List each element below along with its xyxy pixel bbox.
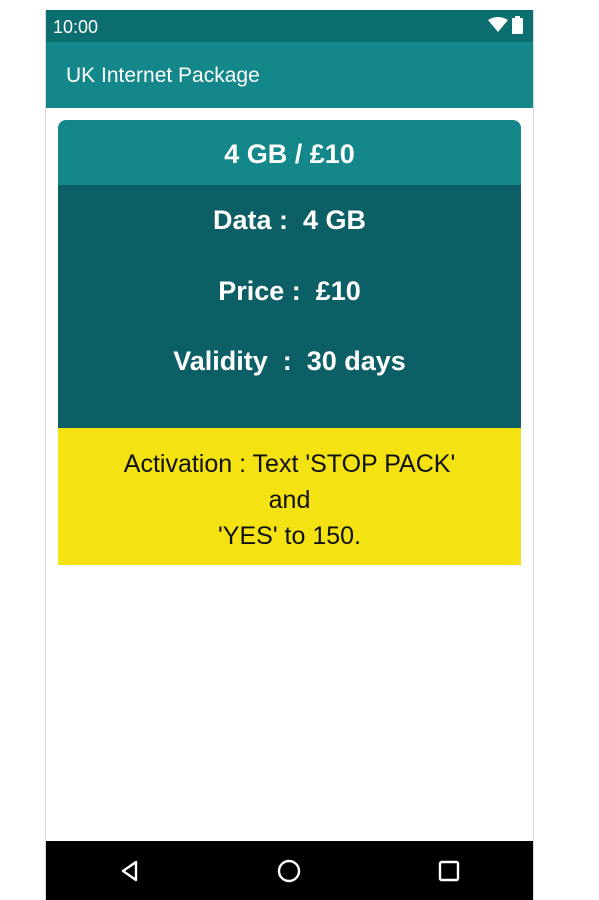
recents-icon <box>438 860 460 882</box>
navigation-bar <box>46 841 533 900</box>
validity-row: Validity : 30 days <box>173 346 406 376</box>
phone-screen: 10:00 UK Internet Package 4 GB / £10 Dat… <box>45 10 534 900</box>
status-icons <box>488 16 523 34</box>
app-bar: UK Internet Package <box>46 42 533 108</box>
battery-icon <box>512 16 523 34</box>
back-button[interactable] <box>116 857 144 885</box>
wifi-icon <box>488 17 508 32</box>
back-icon <box>121 860 138 882</box>
package-card: 4 GB / £10 Data : 4 GB Price : £10 Valid… <box>58 120 521 565</box>
status-time: 10:00 <box>53 17 99 37</box>
activation-instructions: Activation : Text 'STOP PACK' and 'YES' … <box>58 428 521 565</box>
package-details: Data : 4 GB Price : £10 Validity : 30 da… <box>58 185 521 428</box>
status-bar: 10:00 <box>46 10 533 42</box>
home-button[interactable] <box>275 857 303 885</box>
recents-button[interactable] <box>435 857 463 885</box>
home-icon <box>277 859 301 883</box>
data-row: Data : 4 GB <box>212 205 367 235</box>
price-row: Price : £10 <box>218 276 361 306</box>
package-title: 4 GB / £10 <box>58 120 521 185</box>
app-title: UK Internet Package <box>66 64 260 87</box>
